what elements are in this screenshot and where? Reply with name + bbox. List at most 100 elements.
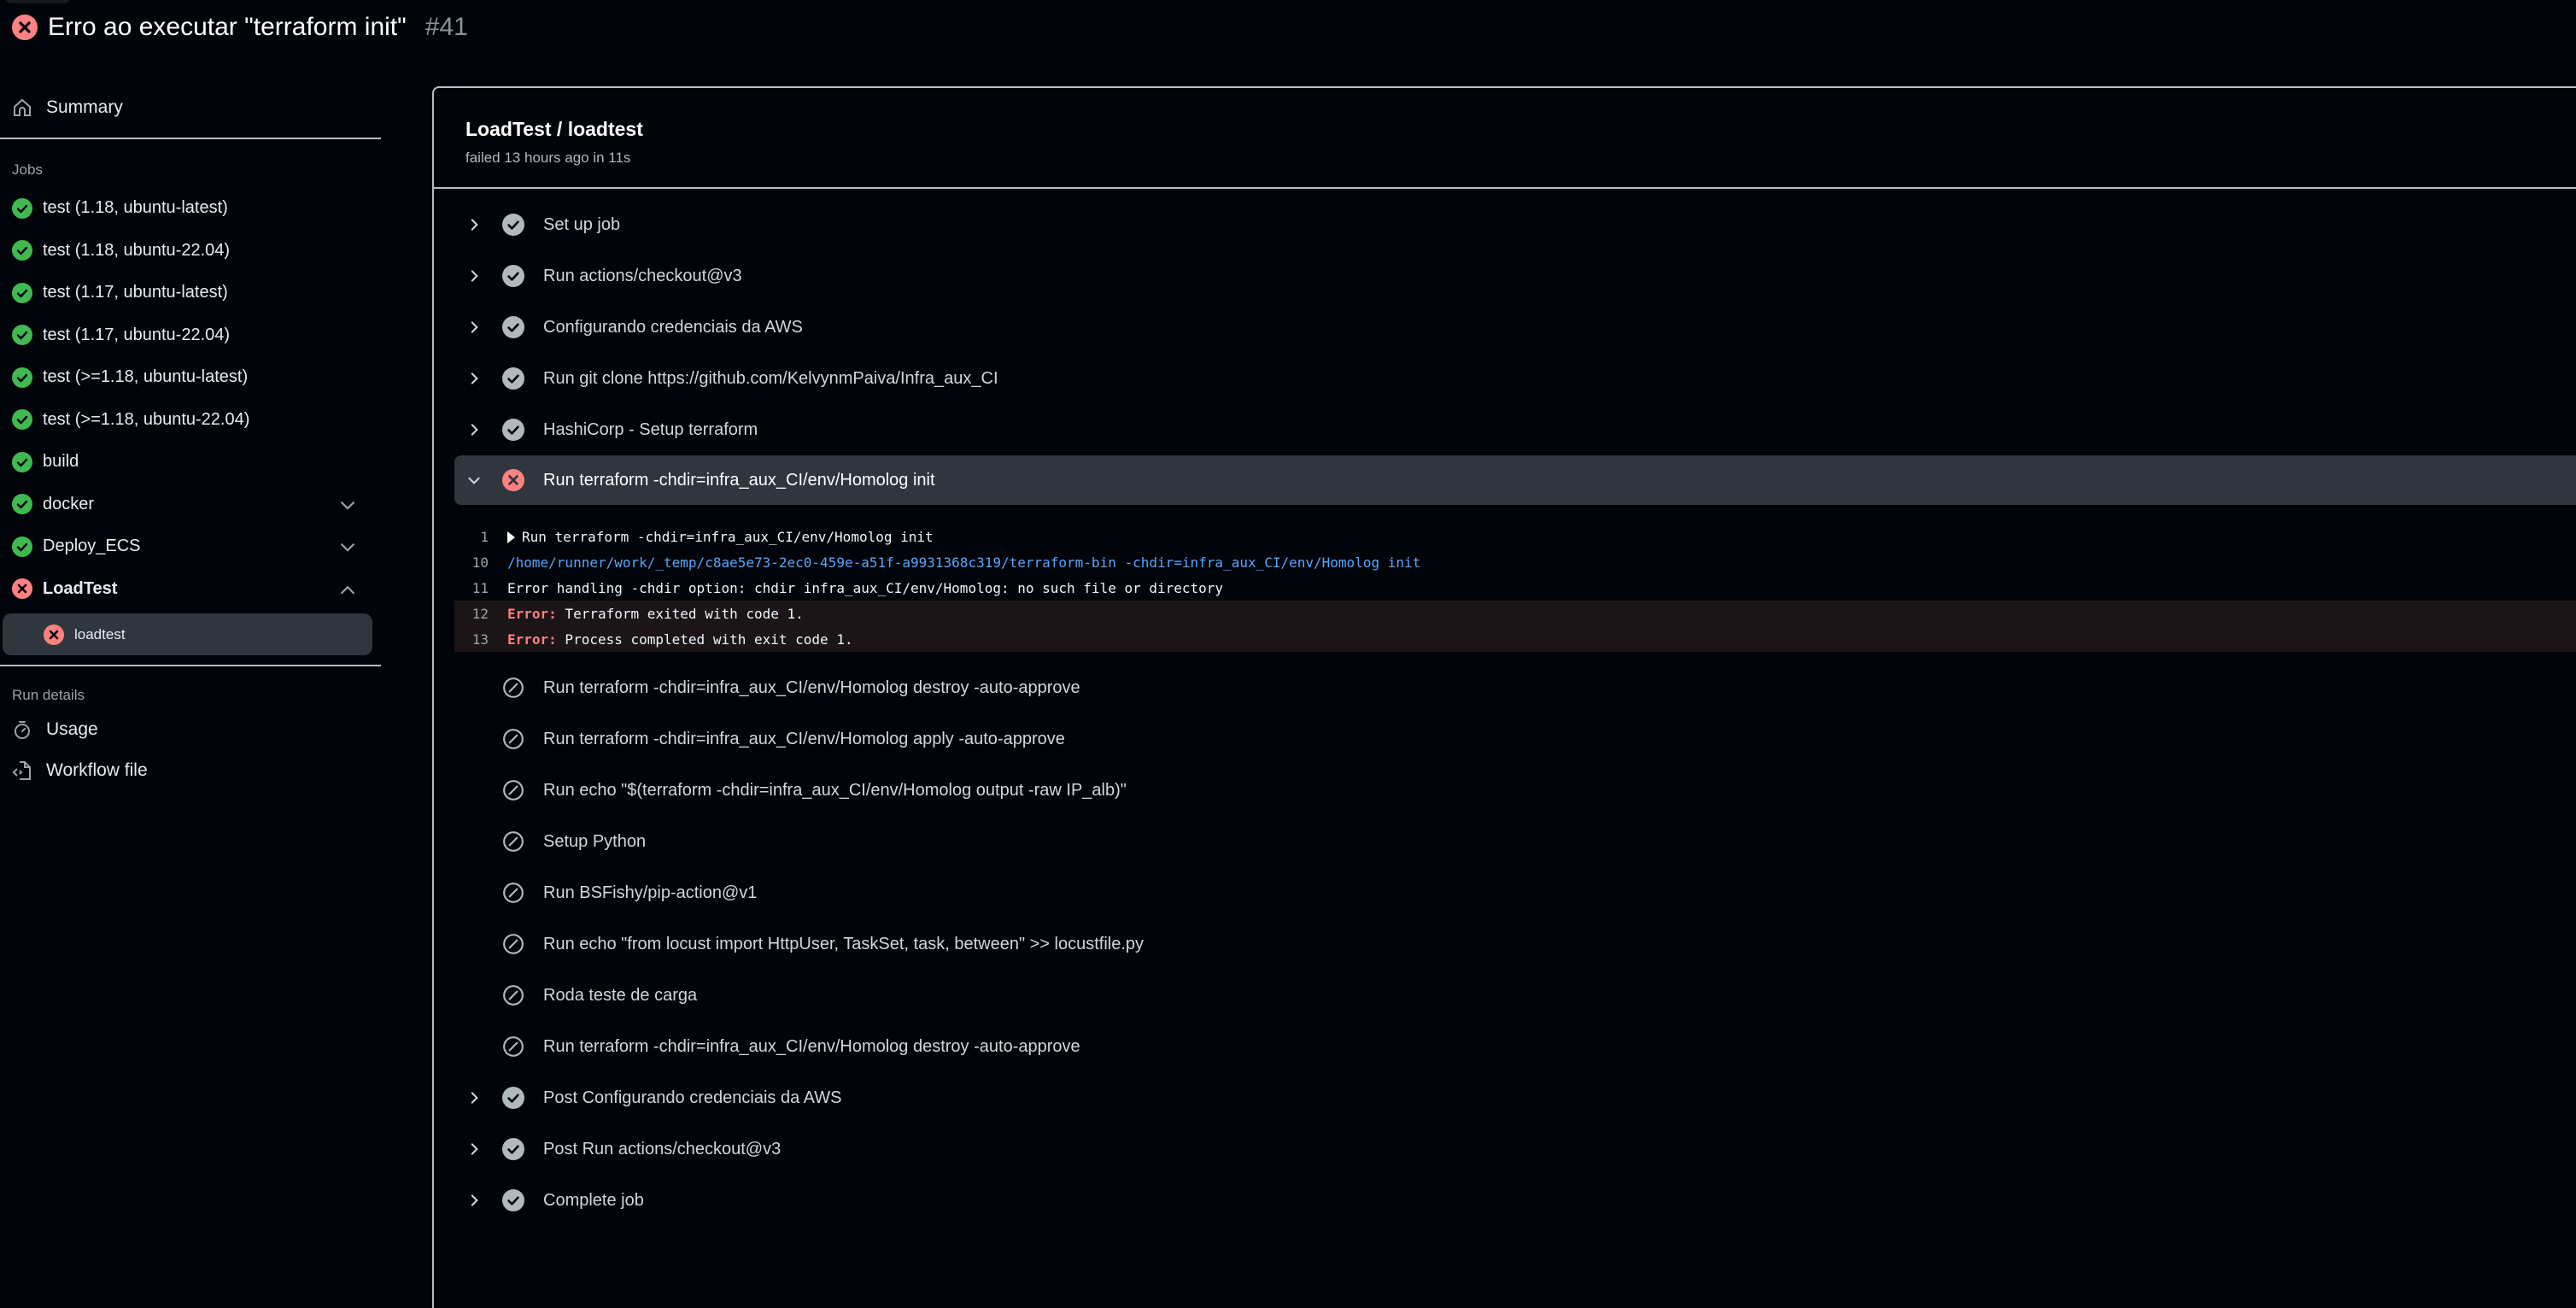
job-label: Deploy_ECS — [43, 537, 141, 556]
step-configurando-credenciais-da-aws[interactable]: Configurando credenciais da AWS — [454, 302, 2576, 353]
sidebar-job-docker[interactable]: docker — [0, 484, 383, 526]
x-circle-fill-icon — [12, 578, 32, 600]
x-circle-fill-icon — [12, 15, 38, 40]
step-toggle[interactable] — [461, 422, 487, 437]
file-code-icon — [12, 761, 31, 780]
sidebar-job-test-1-17-ubuntu-22-04[interactable]: test (1.17, ubuntu-22.04) — [0, 314, 383, 357]
chevron-right-icon — [471, 321, 478, 333]
log-line-number[interactable]: 12 — [454, 606, 507, 622]
top-toolbar-button[interactable] — [3, 0, 72, 3]
chevron-down-icon[interactable] — [338, 496, 357, 514]
step-toggle[interactable] — [461, 472, 487, 488]
step-toggle[interactable] — [461, 217, 487, 232]
log-text: Error: Process completed with exit code … — [507, 631, 853, 648]
step-complete-job[interactable]: Complete job — [454, 1175, 2576, 1226]
log-line[interactable]: 1 Run terraform -chdir=infra_aux_CI/env/H… — [454, 524, 2576, 549]
step-run-terraform-chdir-infra-aux-ci-env-homolog-init[interactable]: Run terraform -chdir=infra_aux_CI/env/Ho… — [454, 455, 2576, 505]
check-circle-fill-icon — [12, 367, 32, 388]
sidebar-job-build[interactable]: build — [0, 441, 383, 484]
sidebar-job-test-1-18-ubuntu-22-04[interactable]: test (>=1.18, ubuntu-22.04) — [0, 399, 383, 442]
step-post-run-actions-checkout-v3[interactable]: Post Run actions/checkout@v3 — [454, 1123, 2576, 1175]
jobs-list: test (1.18, ubuntu-latest) test (1.18, ub… — [0, 187, 383, 610]
step-label: Set up job — [543, 214, 621, 234]
sidebar-summary-link[interactable]: Summary — [0, 86, 383, 129]
log-message: Terraform exited with code 1. — [556, 605, 804, 622]
expand-triangle-icon[interactable] — [507, 531, 515, 543]
sidebar-job-test-1-18-ubuntu-latest[interactable]: test (>=1.18, ubuntu-latest) — [0, 356, 383, 399]
check-circle-fill-icon — [502, 367, 524, 390]
step-run-actions-checkout-v3[interactable]: Run actions/checkout@v3 — [454, 250, 2576, 302]
step-run-terraform-chdir-infra-aux-ci-env-homolog-destroy-auto-ap: Run terraform -chdir=infra_aux_CI/env/Ho… — [454, 1021, 2576, 1072]
log-message: Process completed with exit code 1. — [556, 631, 853, 648]
step-run-terraform-chdir-infra-aux-ci-env-homolog-apply-auto-appr: Run terraform -chdir=infra_aux_CI/env/Ho… — [454, 713, 2576, 765]
usage-label: Usage — [46, 719, 98, 739]
step-toggle[interactable] — [461, 268, 487, 284]
step-label: Run BSFishy/pip-action@v1 — [543, 883, 758, 902]
chevron-down-icon[interactable] — [338, 537, 357, 556]
step-label: Complete job — [543, 1190, 644, 1210]
step-set-up-job[interactable]: Set up job — [454, 199, 2576, 250]
log-line: 12 Error: Terraform exited with code 1. — [454, 601, 2576, 626]
skip-icon — [503, 985, 524, 1006]
chevron-right-icon — [471, 1194, 478, 1206]
skip-icon — [503, 677, 524, 698]
log-text: Error handling -chdir option: chdir infr… — [507, 580, 1223, 596]
step-roda-teste-de-carga: Roda teste de carga — [454, 970, 2576, 1021]
chevron-right-icon — [471, 1143, 478, 1155]
check-circle-fill-icon — [502, 1087, 524, 1109]
job-label: test (1.18, ubuntu-latest) — [43, 198, 228, 218]
step-toggle[interactable] — [461, 320, 487, 335]
sidebar-job-loadtest[interactable]: LoadTest — [0, 568, 383, 611]
step-toggle[interactable] — [461, 1141, 487, 1157]
step-label: Roda teste de carga — [543, 985, 698, 1005]
chevron-up-icon[interactable] — [338, 580, 357, 599]
sidebar-job-test-1-17-ubuntu-latest[interactable]: test (1.17, ubuntu-latest) — [0, 272, 383, 314]
step-log: 1 Run terraform -chdir=infra_aux_CI/env/H… — [454, 505, 2576, 662]
step-label: Run terraform -chdir=infra_aux_CI/env/Ho… — [543, 470, 935, 490]
sidebar-job-deploy-ecs[interactable]: Deploy_ECS — [0, 525, 383, 568]
step-toggle[interactable] — [461, 371, 487, 386]
chevron-right-icon — [471, 424, 478, 436]
step-label: Run terraform -chdir=infra_aux_CI/env/Ho… — [543, 729, 1065, 748]
error-keyword: Error: — [507, 631, 557, 648]
log-line-number[interactable]: 10 — [454, 554, 507, 571]
chevron-right-icon — [471, 1092, 478, 1104]
check-circle-fill-icon — [12, 451, 32, 472]
check-circle-fill-icon — [12, 325, 32, 346]
job-label: test (>=1.18, ubuntu-latest) — [43, 367, 249, 387]
sidebar-workflow-file-link[interactable]: Workflow file — [0, 750, 383, 791]
log-line-number[interactable]: 11 — [454, 580, 507, 596]
log-text: Run terraform -chdir=infra_aux_CI/env/Ho… — [507, 529, 934, 545]
sidebar-job-test-1-18-ubuntu-22-04[interactable]: test (1.18, ubuntu-22.04) — [0, 230, 383, 273]
step-run-echo-from-locust-import-httpuser-taskset-task-between-lo: Run echo "from locust import HttpUser, T… — [454, 918, 2576, 970]
check-circle-fill-icon — [502, 214, 524, 236]
x-circle-fill-icon — [44, 624, 64, 645]
step-label: Run actions/checkout@v3 — [543, 266, 742, 285]
skip-icon — [503, 934, 524, 954]
step-run-bsfishy-pip-action-v1: Run BSFishy/pip-action@v1 — [454, 867, 2576, 918]
sidebar: Summary Jobs test (1.18, ubuntu-latest) t… — [0, 85, 383, 791]
stopwatch-icon — [15, 721, 30, 739]
sidebar-job-loadtest-selected[interactable]: loadtest — [3, 613, 372, 655]
run-title: Erro ao executar "terraform init" — [48, 13, 407, 41]
step-run-git-clone-https-github-com-kelvynmpaiva-infra-aux-ci[interactable]: Run git clone https://github.com/Kelvynm… — [454, 353, 2576, 404]
log-message: Run terraform -chdir=infra_aux_CI/env/Ho… — [522, 528, 934, 545]
step-run-terraform-chdir-infra-aux-ci-env-homolog-destroy-auto-ap: Run terraform -chdir=infra_aux_CI/env/Ho… — [454, 662, 2576, 713]
skip-icon — [503, 780, 524, 801]
log-line-number[interactable]: 1 — [454, 529, 507, 545]
sidebar-usage-link[interactable]: Usage — [0, 709, 383, 750]
job-label: LoadTest — [43, 578, 118, 598]
log-line-number[interactable]: 13 — [454, 631, 507, 648]
step-toggle[interactable] — [461, 1090, 487, 1106]
job-header: LoadTest / loadtest failed 13 hours ago … — [434, 88, 2576, 189]
step-toggle[interactable] — [461, 1193, 487, 1208]
step-post-configurando-credenciais-da-aws[interactable]: Post Configurando credenciais da AWS — [454, 1072, 2576, 1123]
job-label: test (>=1.18, ubuntu-22.04) — [43, 409, 250, 429]
step-hashicorp-setup-terraform[interactable]: HashiCorp - Setup terraform — [454, 404, 2576, 455]
chevron-right-icon — [471, 270, 478, 282]
check-circle-fill-icon — [502, 1189, 524, 1211]
log-line: 13 Error: Process completed with exit cod… — [454, 626, 2576, 652]
run-details-heading: Run details — [12, 687, 85, 703]
sidebar-job-test-1-18-ubuntu-latest[interactable]: test (1.18, ubuntu-latest) — [0, 187, 383, 230]
check-circle-fill-icon — [12, 197, 32, 219]
